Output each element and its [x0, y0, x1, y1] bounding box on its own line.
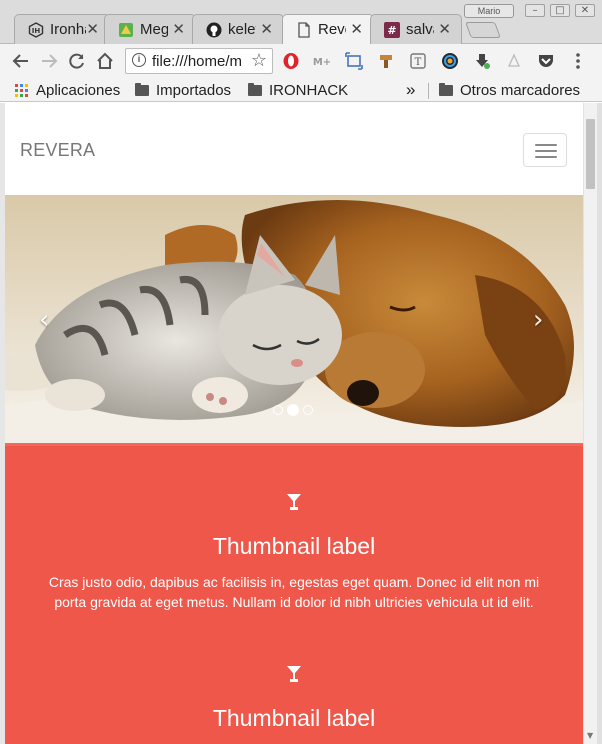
hamburger-bar	[535, 150, 557, 152]
close-tab-icon[interactable]: ✕	[438, 20, 451, 38]
back-icon[interactable]	[10, 50, 32, 72]
download-icon[interactable]	[472, 51, 492, 71]
text-icon[interactable]: T	[408, 51, 428, 71]
tools-icon[interactable]	[376, 51, 396, 71]
tab-ironhack[interactable]: IH Ironhack ✕	[14, 14, 110, 44]
tab-title: Revera	[318, 21, 346, 38]
address-input[interactable]: file:///home/m	[152, 53, 244, 70]
close-tab-icon[interactable]: ✕	[260, 20, 273, 38]
tab-title: Mega	[140, 21, 168, 38]
hamburger-bar	[535, 156, 557, 158]
folder-icon	[135, 82, 149, 96]
github-icon	[206, 22, 222, 38]
bookmark-label: Otros marcadores	[460, 81, 581, 99]
navbar-toggle-button[interactable]	[523, 133, 567, 167]
bookmark-otros-marcadores[interactable]: Otros marcadores	[439, 81, 580, 99]
carousel-indicator-active[interactable]	[287, 404, 299, 416]
bookmark-apps[interactable]: Aplicaciones	[15, 81, 120, 99]
thumbnails-section: Thumbnail label Cras justo odio, dapibus…	[5, 443, 583, 744]
svg-text:T: T	[415, 57, 422, 68]
new-tab-button[interactable]	[465, 22, 501, 38]
tab-strip: IH Ironhack ✕ Mega ✕ kelevra ✕ Revera ✕ …	[0, 0, 602, 45]
pocket-icon[interactable]	[536, 51, 556, 71]
bookmark-label: Importados	[156, 81, 232, 99]
forward-icon[interactable]	[38, 50, 60, 72]
mega-icon	[118, 22, 134, 38]
close-tab-icon[interactable]: ✕	[350, 20, 363, 38]
home-icon[interactable]	[94, 50, 116, 72]
window-border	[597, 103, 602, 744]
carousel-indicator[interactable]	[273, 405, 283, 415]
tab-github[interactable]: kelevra ✕	[192, 14, 284, 44]
tab-mega[interactable]: Mega ✕	[104, 14, 196, 44]
tab-revera[interactable]: Revera ✕	[282, 14, 374, 45]
svg-text:M+: M+	[313, 57, 331, 68]
site-navbar: REVERA	[5, 103, 583, 195]
color-picker-icon[interactable]	[440, 51, 460, 71]
carousel-next-button[interactable]: ›	[533, 305, 543, 335]
bookmark-ironhack[interactable]: IRONHACK	[248, 81, 348, 99]
scroll-down-arrow-icon[interactable]: ▼	[587, 731, 593, 740]
carousel-prev-button[interactable]: ‹	[39, 305, 49, 335]
apps-icon	[15, 83, 28, 97]
extension-icon[interactable]	[504, 51, 524, 71]
tab-title: kelevra	[228, 21, 256, 38]
tab-title: salvador	[406, 21, 434, 38]
hamburger-bar	[535, 144, 557, 146]
opera-icon[interactable]	[281, 51, 301, 71]
page-icon	[296, 22, 312, 38]
menu-icon[interactable]	[568, 51, 588, 71]
thumbnail-title: Thumbnail label	[212, 705, 376, 731]
carousel-indicators	[273, 404, 313, 416]
folder-icon	[439, 82, 453, 96]
svg-text:#: #	[387, 24, 396, 37]
close-tab-icon[interactable]: ✕	[172, 20, 185, 38]
cocktail-glass-icon	[5, 666, 583, 687]
folder-icon	[248, 82, 262, 96]
tab-salvador[interactable]: # salvador ✕	[370, 14, 462, 44]
page-scrollbar[interactable]: ▼	[583, 103, 597, 744]
site-brand[interactable]: REVERA	[20, 140, 95, 161]
tab-title: Ironhack	[50, 21, 86, 38]
address-bar[interactable]: i file:///home/m ☆	[125, 48, 273, 74]
cocktail-glass-icon	[5, 494, 583, 515]
info-icon[interactable]: i	[132, 53, 146, 67]
screenshot-icon[interactable]	[344, 51, 364, 71]
bookmarks-bar: Aplicaciones Importados IRONHACK » Otros…	[0, 78, 602, 102]
carousel-indicator[interactable]	[303, 405, 313, 415]
bookmarks-divider	[428, 83, 429, 99]
movistar-icon[interactable]: M+	[312, 51, 332, 71]
minimize-button[interactable]: –	[525, 4, 545, 17]
thumbnail-card: Thumbnail label Cras justo odio, dapibus…	[5, 494, 583, 612]
close-tab-icon[interactable]: ✕	[86, 20, 99, 38]
bookmarks-overflow-button[interactable]: »	[406, 80, 415, 99]
maximize-button[interactable]: □	[550, 4, 570, 17]
bookmark-importados[interactable]: Importados	[135, 81, 231, 99]
browser-toolbar: i file:///home/m ☆ M+ T	[0, 44, 602, 78]
hash-icon: #	[384, 22, 400, 38]
bookmark-label: Aplicaciones	[36, 81, 121, 99]
thumbnail-card: Thumbnail label	[5, 666, 583, 732]
profile-button[interactable]: Mario	[464, 4, 514, 18]
bookmark-star-icon[interactable]: ☆	[251, 50, 267, 71]
thumbnail-text: Cras justo odio, dapibus ac facilisis in…	[48, 574, 540, 610]
svg-text:IH: IH	[32, 27, 41, 35]
page-viewport: REVERA ‹ › Thumbnail label Cras justo od…	[5, 103, 583, 744]
image-carousel: ‹ ›	[5, 195, 583, 443]
ironhack-icon: IH	[28, 22, 44, 38]
close-window-button[interactable]: ✕	[575, 4, 595, 17]
thumbnail-title: Thumbnail label	[212, 533, 376, 559]
scrollbar-thumb[interactable]	[586, 119, 595, 189]
bookmark-label: IRONHACK	[269, 81, 349, 99]
reload-icon[interactable]	[66, 50, 88, 72]
